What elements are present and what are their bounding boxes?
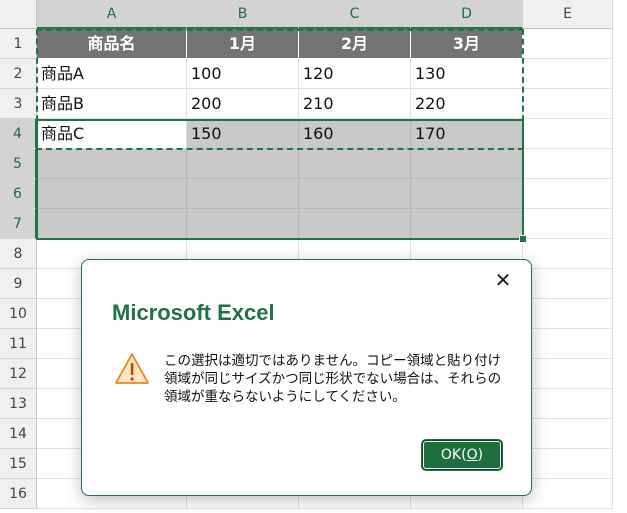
cell-e7[interactable]	[523, 209, 613, 239]
cell-e5[interactable]	[523, 149, 613, 179]
cell-b6[interactable]	[187, 179, 299, 209]
cell-e10[interactable]	[523, 299, 613, 329]
row-header-11[interactable]: 11	[0, 329, 37, 359]
cell-e12[interactable]	[523, 359, 613, 389]
fill-handle[interactable]	[519, 235, 527, 243]
row-header-8[interactable]: 8	[0, 239, 37, 269]
cell-a6[interactable]	[37, 179, 187, 209]
cell-b5[interactable]	[187, 149, 299, 179]
cell-e16[interactable]	[523, 479, 613, 509]
cell-d5[interactable]	[411, 149, 523, 179]
cell-b4[interactable]: 150	[187, 119, 299, 149]
column-header-e[interactable]: E	[523, 0, 613, 29]
cell-c7[interactable]	[299, 209, 411, 239]
cell-e13[interactable]	[523, 389, 613, 419]
cell-b7[interactable]	[187, 209, 299, 239]
warning-icon	[115, 353, 149, 384]
cell-e3[interactable]	[523, 89, 613, 119]
row-header-12[interactable]: 12	[0, 359, 37, 389]
cell-a3[interactable]: 商品B	[37, 89, 187, 119]
cell-c3[interactable]: 210	[299, 89, 411, 119]
row-header-5[interactable]: 5	[0, 149, 37, 179]
cell-a4[interactable]: 商品C	[37, 119, 187, 149]
cell-c6[interactable]	[299, 179, 411, 209]
cell-b2[interactable]: 100	[187, 59, 299, 89]
close-icon[interactable]: ✕	[489, 266, 517, 294]
cell-a5[interactable]	[37, 149, 187, 179]
row-header-9[interactable]: 9	[0, 269, 37, 299]
row-header-15[interactable]: 15	[0, 449, 37, 479]
column-header-c[interactable]: C	[299, 0, 411, 29]
cell-b1[interactable]: 1月	[187, 29, 299, 59]
cell-d7[interactable]	[411, 209, 523, 239]
row-header-1[interactable]: 1	[0, 29, 37, 59]
ok-button[interactable]: OK(O)	[422, 440, 502, 470]
ok-close: )	[477, 447, 484, 463]
cell-d1[interactable]: 3月	[411, 29, 523, 59]
row-header-10[interactable]: 10	[0, 299, 37, 329]
cell-e8[interactable]	[523, 239, 613, 269]
row-header-6[interactable]: 6	[0, 179, 37, 209]
select-all-corner[interactable]	[0, 0, 37, 29]
cell-e6[interactable]	[523, 179, 613, 209]
row-header-3[interactable]: 3	[0, 89, 37, 119]
cell-c1[interactable]: 2月	[299, 29, 411, 59]
cell-d3[interactable]: 220	[411, 89, 523, 119]
cell-a1[interactable]: 商品名	[37, 29, 187, 59]
ok-text: OK(	[440, 447, 467, 463]
ok-mnemonic: O	[466, 447, 478, 463]
cell-b3[interactable]: 200	[187, 89, 299, 119]
row-header-2[interactable]: 2	[0, 59, 37, 89]
row-header-7[interactable]: 7	[0, 209, 37, 239]
cell-e2[interactable]	[523, 59, 613, 89]
cell-a7[interactable]	[37, 209, 187, 239]
error-dialog: ✕ Microsoft Excel この選択は適切ではありません。コピー領域と貼…	[81, 259, 532, 496]
cell-e1[interactable]	[523, 29, 613, 59]
cell-e15[interactable]	[523, 449, 613, 479]
cell-e4[interactable]	[523, 119, 613, 149]
cell-d4[interactable]: 170	[411, 119, 523, 149]
dialog-title: Microsoft Excel	[112, 300, 275, 325]
cell-e9[interactable]	[523, 269, 613, 299]
cell-d2[interactable]: 130	[411, 59, 523, 89]
cell-d6[interactable]	[411, 179, 523, 209]
column-header-d[interactable]: D	[411, 0, 523, 29]
column-header-a[interactable]: A	[37, 0, 187, 29]
cell-c4[interactable]: 160	[299, 119, 411, 149]
cell-e11[interactable]	[523, 329, 613, 359]
row-header-4[interactable]: 4	[0, 119, 37, 149]
cell-c2[interactable]: 120	[299, 59, 411, 89]
cell-a2[interactable]: 商品A	[37, 59, 187, 89]
row-header-13[interactable]: 13	[0, 389, 37, 419]
cell-c5[interactable]	[299, 149, 411, 179]
column-header-b[interactable]: B	[187, 0, 299, 29]
dialog-message: この選択は適切ではありません。コピー領域と貼り付け領域が同じサイズかつ同じ形状で…	[164, 353, 502, 405]
cell-e14[interactable]	[523, 419, 613, 449]
row-header-16[interactable]: 16	[0, 479, 37, 509]
row-header-14[interactable]: 14	[0, 419, 37, 449]
